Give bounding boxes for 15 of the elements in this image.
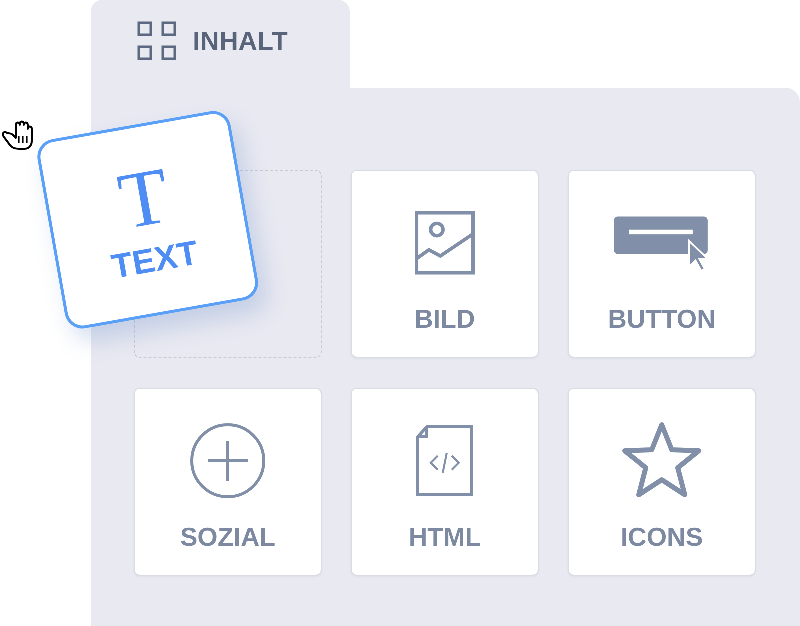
content-block-card[interactable]: HTML [351,388,539,576]
content-block-card[interactable]: ICONS [568,388,756,576]
hand-cursor-icon [1,119,35,151]
plus-circle-icon [188,421,268,501]
content-block-card[interactable]: BUTTON [568,170,756,358]
block-label: ICONS [620,522,704,553]
content-block-card[interactable]: SOZIAL [134,388,322,576]
content-tab[interactable]: INHALT [91,0,350,88]
code-file-icon [415,425,475,497]
block-label: SOZIAL [180,522,276,553]
content-block-card[interactable]: BILD [351,170,539,358]
block-label: BILD [414,304,476,335]
block-label: BUTTON [608,304,716,335]
block-label: HTML [408,522,482,553]
grid-icon [137,21,177,61]
